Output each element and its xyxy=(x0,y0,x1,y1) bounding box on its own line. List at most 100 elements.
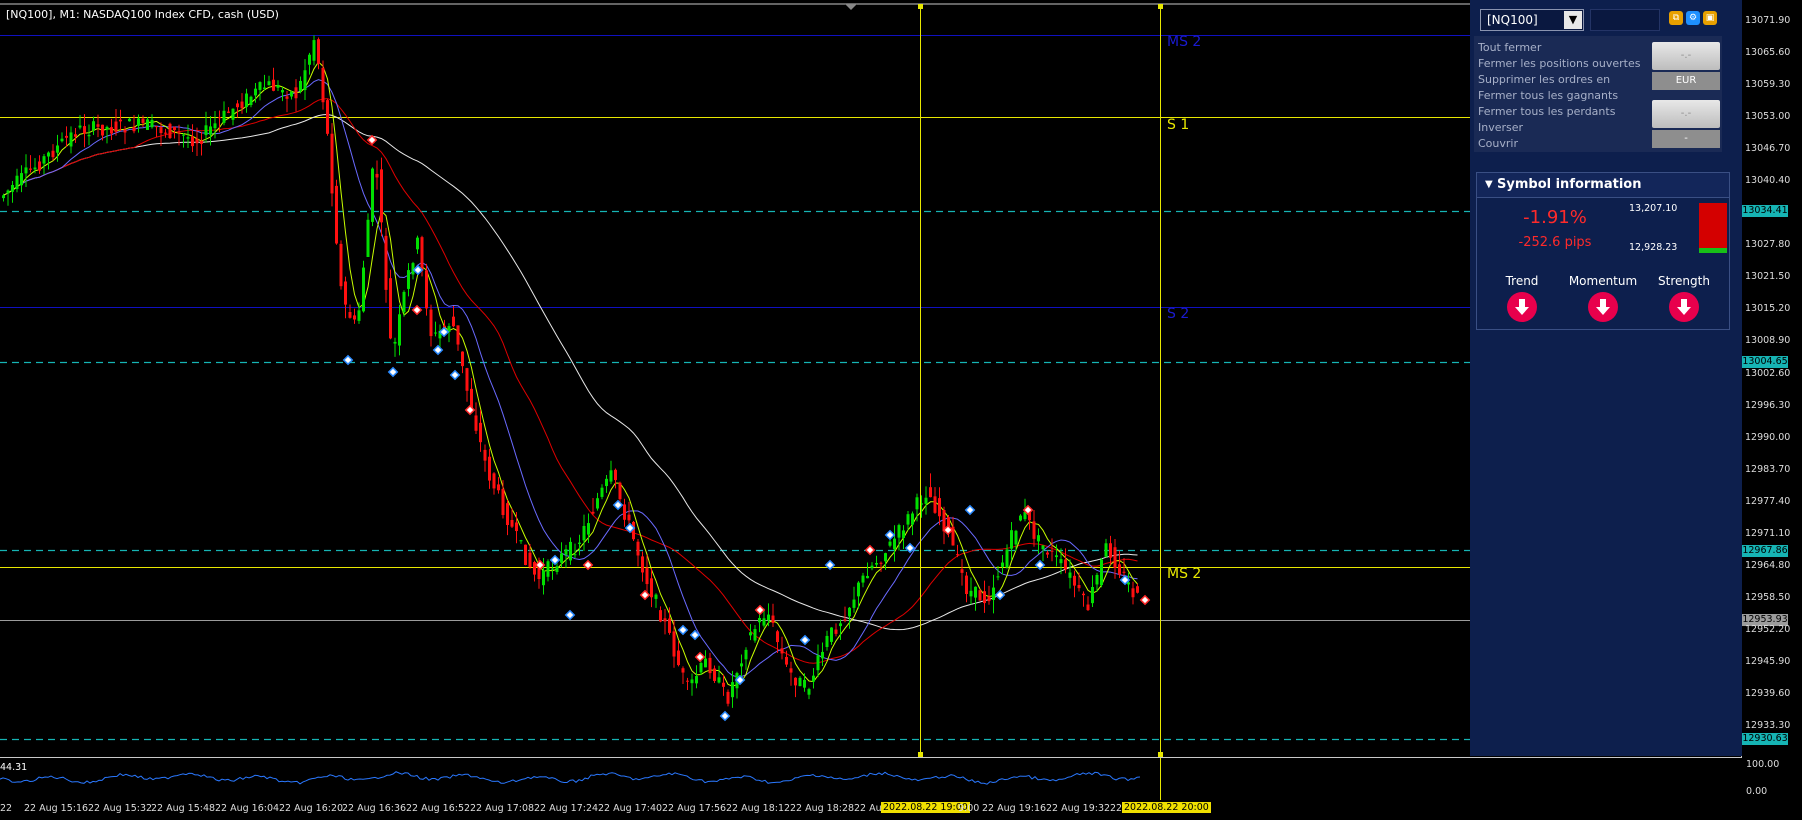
candle-body xyxy=(596,498,599,509)
lots-button[interactable]: -.- xyxy=(1652,100,1720,128)
candle-body xyxy=(51,150,55,158)
lots-sub-label: - xyxy=(1652,130,1720,148)
price-scale[interactable]: 13071.90 13065.60 13059.30 13053.00 1304… xyxy=(1742,0,1802,820)
candle-body xyxy=(650,578,653,598)
candle-body xyxy=(1019,515,1022,521)
oscillator-subchart[interactable] xyxy=(0,758,1742,800)
candle-body xyxy=(335,185,338,244)
osc-scale-label: 0.00 xyxy=(1746,786,1768,797)
candle-body xyxy=(384,235,388,290)
candle-body xyxy=(861,575,865,583)
time-label: 22 Aug 17:08 xyxy=(470,803,535,814)
time-label: 22 Aug 16:04 xyxy=(215,803,280,814)
candle-body xyxy=(1041,545,1045,550)
candle-body xyxy=(902,530,905,538)
candle-body xyxy=(159,127,163,134)
candle-body xyxy=(1095,574,1099,585)
candle-body xyxy=(366,219,370,258)
symbol-information-header[interactable]: ▼ Symbol information xyxy=(1477,173,1729,198)
time-label: 22 Aug 19:32 xyxy=(1046,803,1111,814)
settings-icon[interactable]: ⚙ xyxy=(1686,11,1700,25)
symbol-information-box: ▼ Symbol information -1.91% -252.6 pips … xyxy=(1476,172,1730,330)
candle-body xyxy=(312,40,316,61)
cmd-close-losers[interactable]: Fermer tous les perdants xyxy=(1478,105,1646,118)
candle-body xyxy=(785,656,788,665)
candle-body xyxy=(443,325,446,328)
command-list: Tout fermer Fermer les positions ouverte… xyxy=(1474,36,1722,152)
candle-body xyxy=(272,79,275,91)
candle-body xyxy=(20,173,23,186)
candle-body xyxy=(285,96,289,99)
cmd-close-open-positions[interactable]: Fermer les positions ouvertes xyxy=(1478,57,1646,70)
vline-handle xyxy=(1158,752,1163,757)
momentum-label: Momentum xyxy=(1568,274,1638,288)
candle-body xyxy=(884,553,887,562)
candle-body xyxy=(227,111,230,113)
candle-body xyxy=(776,631,779,643)
time-label: 22 Aug 18:28 xyxy=(790,803,855,814)
candle-body xyxy=(56,145,59,153)
candle-body xyxy=(96,124,100,127)
candle-body xyxy=(978,590,982,601)
price-tick: 13027.80 xyxy=(1745,239,1791,250)
candle-body xyxy=(74,134,77,137)
candle-body xyxy=(317,39,320,64)
candle-body xyxy=(645,567,649,585)
candle-body xyxy=(249,96,253,105)
candle-body xyxy=(402,291,406,313)
candle-body xyxy=(722,682,725,687)
cmd-reverse[interactable]: Inverser xyxy=(1478,121,1646,134)
candle-body xyxy=(398,314,401,346)
price-tick: 12952.20 xyxy=(1745,624,1791,635)
trading-chart-window[interactable]: [NQ100], M1: NASDAQ100 Index CFD, cash (… xyxy=(0,0,1802,820)
candle-body xyxy=(681,668,685,673)
candle-body xyxy=(812,675,815,682)
candle-body xyxy=(875,562,878,565)
candle-body xyxy=(1136,586,1139,593)
copy-icon[interactable]: ⧉ xyxy=(1669,11,1683,25)
candle-body xyxy=(789,668,793,673)
candle-body xyxy=(758,618,761,623)
time-axis[interactable]: 22 22 Aug 15:16 22 Aug 15:32 22 Aug 15:4… xyxy=(0,800,1742,820)
candle-body xyxy=(321,67,325,103)
time-label: 22 Aug 17:40 xyxy=(598,803,663,814)
candle-body xyxy=(492,473,496,489)
currency-label: EUR xyxy=(1652,72,1720,90)
candle-body xyxy=(821,651,824,659)
candle-body xyxy=(119,119,122,122)
candle-body xyxy=(1059,559,1063,564)
candle-body xyxy=(294,87,298,99)
price-tick: 13065.60 xyxy=(1745,47,1791,58)
window-icon[interactable]: ▣ xyxy=(1703,11,1717,25)
candle-body xyxy=(519,540,523,542)
candle-body xyxy=(1109,543,1112,558)
symbol-select-value: [NQ100] xyxy=(1487,13,1538,27)
candle-body xyxy=(600,487,604,497)
price-tick: 12977.40 xyxy=(1745,496,1791,507)
candle-body xyxy=(542,570,545,586)
price-tick: 12971.10 xyxy=(1745,528,1791,539)
candle-body xyxy=(888,541,892,546)
symbol-information-title: Symbol information xyxy=(1497,177,1642,192)
candle-body xyxy=(1064,559,1067,570)
candle-body xyxy=(182,134,185,136)
candle-body xyxy=(893,538,896,550)
lot-input[interactable] xyxy=(1590,9,1660,31)
candle-body xyxy=(222,110,226,123)
candle-body xyxy=(830,627,833,642)
candle-body xyxy=(6,190,10,194)
price-tick: 12945.90 xyxy=(1745,656,1791,667)
cmd-hedge[interactable]: Couvrir xyxy=(1478,137,1646,150)
chevron-down-icon[interactable]: ▼ xyxy=(1564,11,1582,29)
cmd-delete-orders[interactable]: Supprimer les ordres en xyxy=(1478,73,1646,86)
candle-body xyxy=(551,568,554,570)
symbol-select[interactable]: [NQ100] ▼ xyxy=(1480,9,1584,31)
candle-body xyxy=(690,679,694,684)
candle-body xyxy=(168,123,172,138)
cmd-close-all[interactable]: Tout fermer xyxy=(1478,41,1646,54)
candle-body xyxy=(24,167,28,174)
profit-button[interactable]: -.- xyxy=(1652,42,1720,70)
collapse-triangle-icon[interactable]: ▼ xyxy=(1485,179,1493,190)
candle-body xyxy=(753,629,757,641)
cmd-close-winners[interactable]: Fermer tous les gagnants xyxy=(1478,89,1646,102)
